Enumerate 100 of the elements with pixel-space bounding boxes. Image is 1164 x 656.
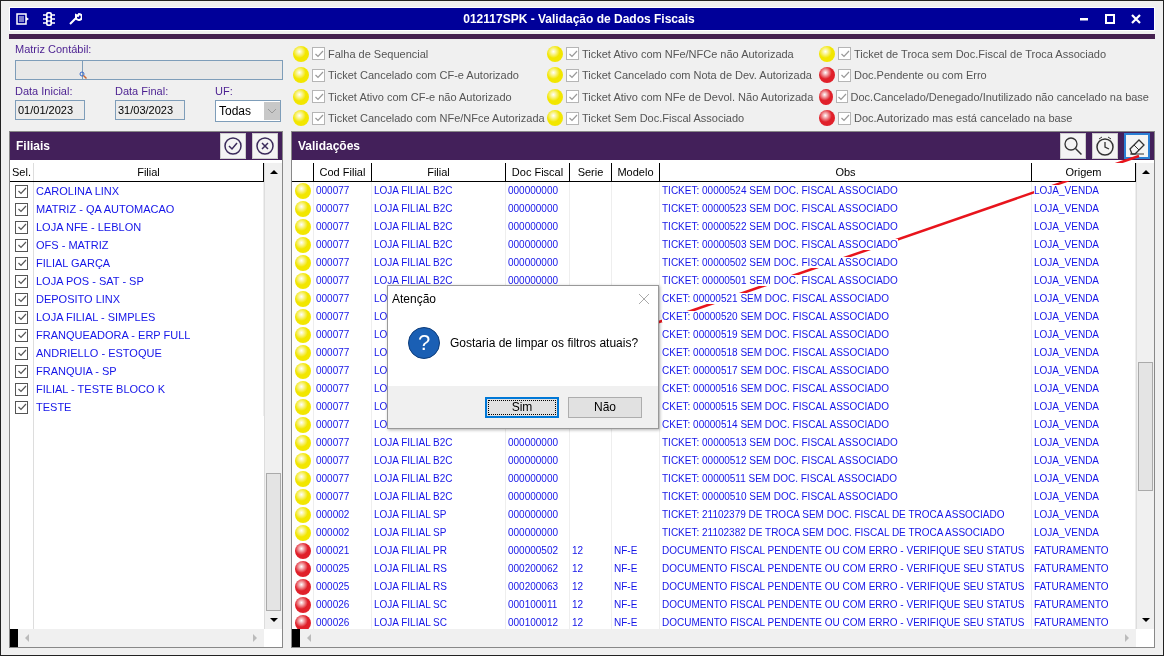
table-cell: LOJA FILIAL SP xyxy=(374,509,447,520)
table-cell: DOCUMENTO FISCAL PENDENTE OU COM ERRO - VERIFIQUE SEU STATUS xyxy=(662,563,1025,574)
table-cell: 000000000 xyxy=(508,437,559,448)
table-cell: TICKET: 00000523 SEM DOC. FISCAL ASSOCIADO xyxy=(662,203,898,214)
table-cell: 000000000 xyxy=(508,257,559,268)
uf-dropdown[interactable]: Todas xyxy=(215,100,281,122)
table-cell: CKET: 00000519 SEM DOC. FISCAL ASSOCIADO xyxy=(662,329,889,340)
table-cell: LOJA_VENDA xyxy=(1034,365,1100,376)
table-cell: NF-E xyxy=(614,617,638,628)
matriz-field[interactable] xyxy=(15,60,283,80)
table-cell: LOJA FILIAL SC xyxy=(374,599,447,610)
table-cell: 12 xyxy=(572,617,584,628)
table-cell: TICKET: 00000512 SEM DOC. FISCAL ASSOCIADO xyxy=(662,455,898,466)
table-cell: 000077 xyxy=(316,311,350,322)
checkbox[interactable] xyxy=(15,382,28,396)
checkbox[interactable] xyxy=(566,68,579,82)
table-cell: 000200063 xyxy=(508,581,559,592)
table-cell: 000000000 xyxy=(508,455,559,466)
table-cell: CKET: 00000520 SEM DOC. FISCAL ASSOCIADO xyxy=(662,311,889,322)
table-cell: CKET: 00000521 SEM DOC. FISCAL ASSOCIADO xyxy=(662,293,889,304)
checkbox[interactable] xyxy=(15,328,28,342)
checkbox[interactable] xyxy=(835,90,848,104)
checkbox[interactable] xyxy=(15,184,28,198)
checkbox[interactable] xyxy=(15,364,28,378)
table-cell: LOJA_VENDA xyxy=(1034,311,1100,322)
table-cell: LOJA FILIAL RS xyxy=(374,581,447,592)
table-cell: LOJA FILIAL RS xyxy=(374,563,447,574)
table-cell: LOJA_VENDA xyxy=(1034,239,1100,250)
table-cell: 000000000 xyxy=(508,527,559,538)
table-cell: LOJA FILIAL B2C xyxy=(374,491,453,502)
column-header[interactable]: Sel. xyxy=(10,163,34,181)
checkbox[interactable] xyxy=(838,47,851,61)
table-cell: 000002 xyxy=(316,527,350,538)
table-cell: 000077 xyxy=(316,347,350,358)
table-cell: NF-E xyxy=(614,581,638,592)
table-cell: LOJA_VENDA xyxy=(1034,221,1100,232)
table-cell: LO xyxy=(374,401,388,412)
table-cell: NF-E xyxy=(614,545,638,556)
table-cell: 000000000 xyxy=(508,221,559,232)
checkbox[interactable] xyxy=(15,292,28,306)
checkbox[interactable] xyxy=(15,310,28,324)
table-cell: LOJA_VENDA xyxy=(1034,347,1100,358)
field-label: Data Final: xyxy=(115,85,170,97)
table-cell: FATURAMENTO xyxy=(1034,599,1109,610)
table-cell: CKET: 00000518 SEM DOC. FISCAL ASSOCIADO xyxy=(662,347,889,358)
table-cell: TICKET: 00000524 SEM DOC. FISCAL ASSOCIADO xyxy=(662,185,898,196)
clock-button[interactable] xyxy=(1092,133,1118,159)
table-cell: NF-E xyxy=(614,599,638,610)
eraser-button[interactable] xyxy=(1124,133,1150,159)
table-cell: LOJA_VENDA xyxy=(1034,185,1100,196)
checkbox[interactable] xyxy=(312,47,325,61)
search-button[interactable] xyxy=(1060,133,1086,159)
table-cell: 000077 xyxy=(316,329,350,340)
date-field[interactable]: 01/01/2023 xyxy=(15,100,85,120)
checkbox[interactable] xyxy=(15,202,28,216)
table-cell: 000026 xyxy=(316,617,350,628)
dialog-button[interactable]: Sim xyxy=(485,396,559,418)
deselect-all-button[interactable] xyxy=(252,133,278,159)
checkbox[interactable] xyxy=(15,274,28,288)
checkbox[interactable] xyxy=(15,220,28,234)
dialog-button[interactable]: Não xyxy=(568,396,642,418)
wrench-icon[interactable] xyxy=(68,12,82,26)
select-all-button[interactable] xyxy=(220,133,246,159)
checkbox[interactable] xyxy=(312,68,325,82)
scrollbar-thumb[interactable] xyxy=(266,473,281,611)
checkbox[interactable] xyxy=(15,346,28,360)
table-cell: 000077 xyxy=(316,257,350,268)
table-cell: LOJA_VENDA xyxy=(1034,437,1100,448)
checkbox[interactable] xyxy=(15,238,28,252)
table-cell: LOJA_VENDA xyxy=(1034,455,1100,466)
checkbox[interactable] xyxy=(566,111,579,125)
checkbox[interactable] xyxy=(15,400,28,414)
checkbox[interactable] xyxy=(838,111,851,125)
table-cell: LOJA_VENDA xyxy=(1034,401,1100,412)
table-cell: DOCUMENTO FISCAL PENDENTE OU COM ERRO - VERIFIQUE SEU STATUS xyxy=(662,617,1025,628)
maximize-icon[interactable] xyxy=(1104,13,1116,25)
table-cell: LOJA FILIAL PR xyxy=(374,545,447,556)
table-cell: LOJA_VENDA xyxy=(1034,509,1100,520)
field-label: Data Inicial: xyxy=(15,85,74,97)
checkbox[interactable] xyxy=(312,90,325,104)
checkbox[interactable] xyxy=(15,256,28,270)
table-cell: TICKET: 00000501 SEM DOC. FISCAL ASSOCIADO xyxy=(662,275,898,286)
table-cell: LOJA_VENDA xyxy=(1034,419,1100,430)
table-cell: 000100011 xyxy=(508,599,558,610)
checkbox[interactable] xyxy=(838,68,851,82)
search-icon[interactable] xyxy=(79,71,87,79)
checkbox[interactable] xyxy=(566,90,579,104)
table-cell: 000077 xyxy=(316,203,350,214)
date-field[interactable]: 31/03/2023 xyxy=(115,100,185,120)
table-cell: 000077 xyxy=(316,365,350,376)
table-cell: 000000000 xyxy=(508,203,559,214)
traffic-light-icon[interactable] xyxy=(42,12,56,26)
table-cell: LOJA FILIAL B2C xyxy=(374,455,453,466)
legend-label: Doc.Autorizado mas está cancelado na base xyxy=(854,112,1073,125)
table-cell: LOJA FILIAL B2C xyxy=(374,473,453,484)
scrollbar-thumb[interactable] xyxy=(1138,361,1153,491)
table-cell: LO xyxy=(374,329,388,340)
checkbox[interactable] xyxy=(566,47,579,61)
checkbox[interactable] xyxy=(312,111,325,125)
table-cell: FATURAMENTO xyxy=(1034,545,1109,556)
